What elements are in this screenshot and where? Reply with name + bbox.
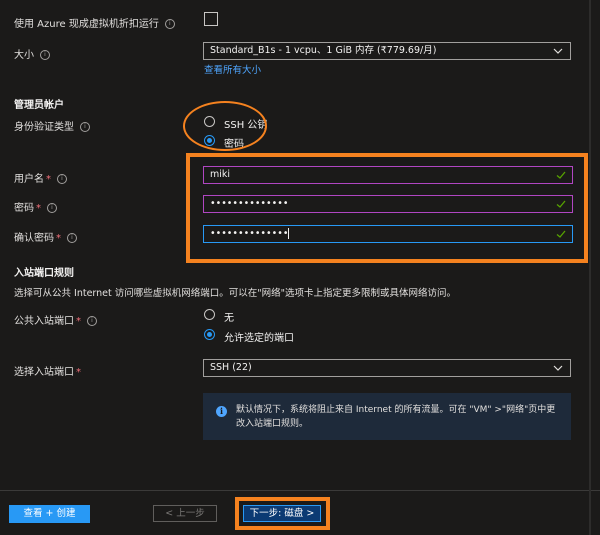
- public-allow-label[interactable]: 允许选定的端口: [224, 329, 294, 344]
- info-icon[interactable]: i: [80, 122, 90, 132]
- info-icon[interactable]: i: [40, 50, 50, 60]
- public-none-label[interactable]: 无: [224, 309, 234, 324]
- info-message-text: 默认情况下，系统将阻止来自 Internet 的所有流量。可在 "VM" >"网…: [236, 405, 556, 429]
- size-select[interactable]: Standard_B1s - 1 vcpu、1 GiB 内存 (₹779.69/…: [203, 42, 571, 60]
- info-icon[interactable]: i: [47, 203, 57, 213]
- username-label: 用户名 * i: [14, 170, 67, 185]
- info-icon: i: [216, 406, 227, 417]
- inbound-ports-value: SSH (22): [210, 362, 252, 373]
- public-none-radio[interactable]: [204, 309, 215, 320]
- inbound-ports-select[interactable]: SSH (22): [203, 359, 571, 377]
- size-label: 大小 i: [14, 46, 50, 61]
- select-inbound-label: 选择入站端口 *: [14, 367, 81, 378]
- see-all-sizes-link[interactable]: 查看所有大小: [204, 62, 261, 76]
- annotation-highlight-box: [186, 153, 588, 263]
- admin-section-title: 管理员帐户: [14, 100, 64, 111]
- annotation-oval: [183, 101, 267, 151]
- chevron-down-icon: [553, 48, 563, 54]
- info-icon[interactable]: i: [57, 174, 67, 184]
- info-message-box: i 默认情况下，系统将阻止来自 Internet 的所有流量。可在 "VM" >…: [203, 393, 571, 440]
- chevron-down-icon: [553, 365, 563, 371]
- size-select-value: Standard_B1s - 1 vcpu、1 GiB 内存 (₹779.69/…: [210, 45, 437, 56]
- review-create-button[interactable]: 查看 + 创建: [9, 505, 90, 523]
- inbound-section-title: 入站端口规则: [14, 268, 74, 279]
- confirm-password-label: 确认密码 * i: [14, 229, 77, 244]
- inbound-description: 选择可从公共 Internet 访问哪些虚拟机网络端口。可以在"网络"选项卡上指…: [14, 288, 457, 299]
- info-icon[interactable]: i: [164, 19, 175, 29]
- annotation-next-highlight: [235, 497, 330, 530]
- public-allow-radio[interactable]: [204, 329, 215, 340]
- previous-button[interactable]: < 上一步: [153, 505, 217, 522]
- password-label: 密码 * i: [14, 199, 57, 214]
- spot-discount-label: 使用 Azure 现成虚拟机折扣运行 i: [14, 15, 175, 30]
- scrollbar-track[interactable]: [589, 0, 591, 535]
- spot-discount-checkbox[interactable]: [204, 12, 218, 26]
- info-icon[interactable]: i: [87, 316, 97, 326]
- info-icon[interactable]: i: [67, 233, 77, 243]
- public-inbound-label: 公共入站端口 * i: [14, 312, 97, 327]
- footer-divider: [0, 490, 600, 491]
- auth-type-label: 身份验证类型 i: [14, 118, 90, 133]
